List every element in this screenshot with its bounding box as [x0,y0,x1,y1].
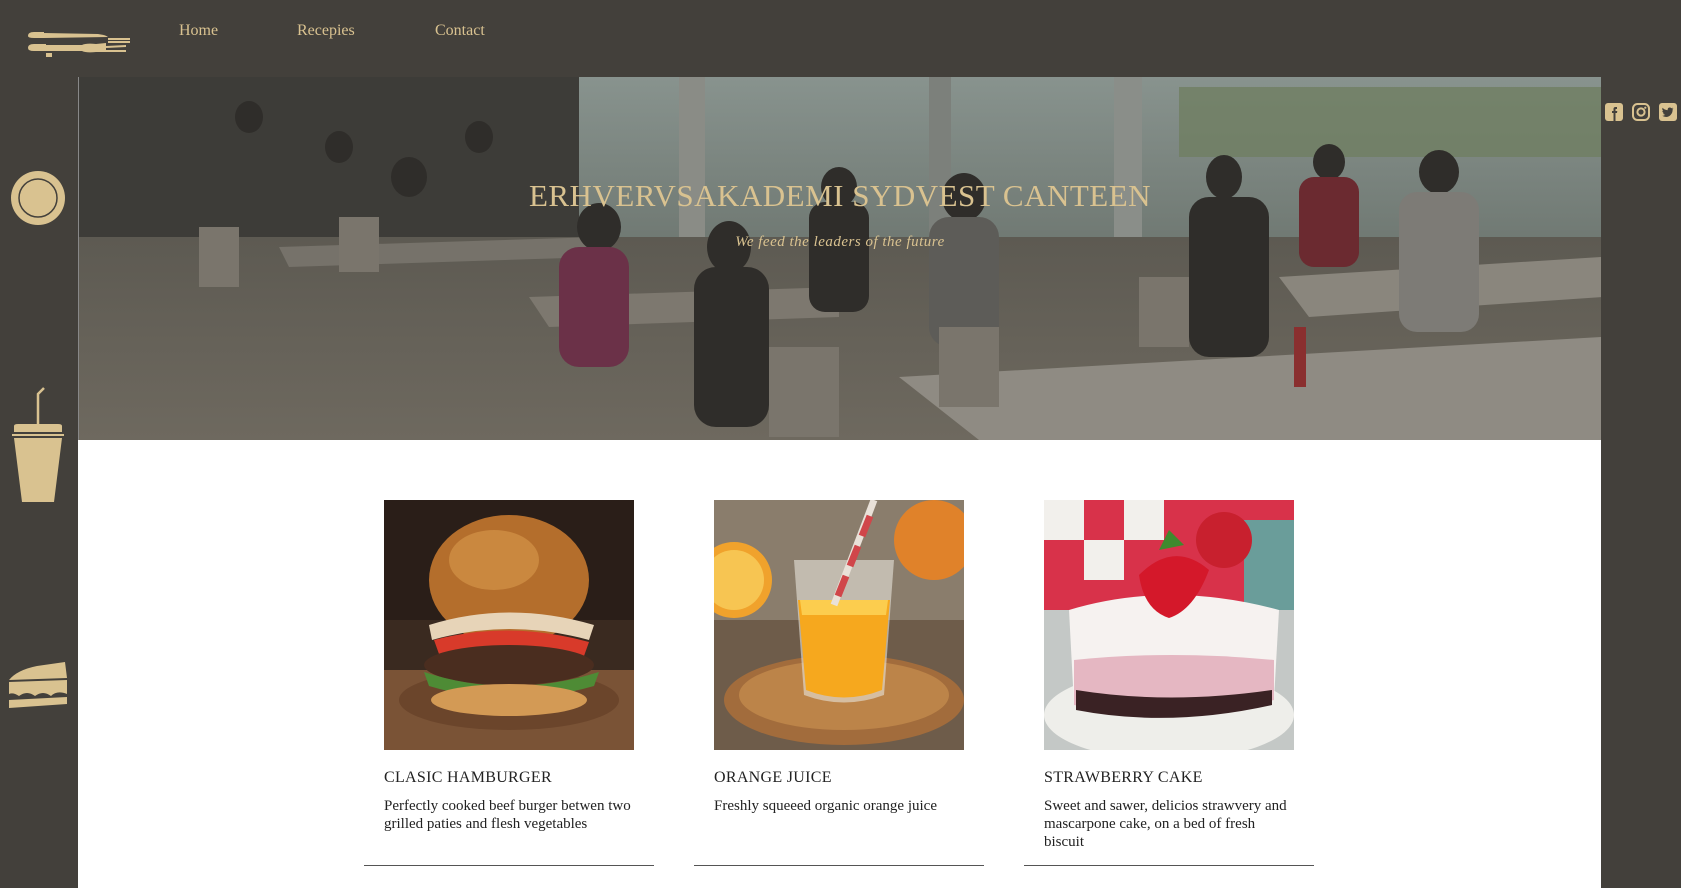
card-title: CLASIC HAMBURGER [384,769,552,786]
hero-title: ERHVERVSAKADEMI SYDVEST CANTEEN [528,178,1152,213]
card-description: Perfectly cooked beef burger betwen two … [384,798,631,832]
menu-card: CLASIC HAMBURGER Perfectly cooked beef b… [364,500,654,866]
strawberry-cake-image[interactable] [1044,500,1294,760]
card-description: Sweet and sawer, delicios strawvery and … [1044,798,1287,850]
hamburger-image[interactable] [384,500,634,750]
hero-subtitle: We feed the leaders of the future [735,234,945,250]
plate-icon[interactable] [10,170,66,226]
card-divider [694,865,984,866]
top-navigation-bar: Home Recepies Contact [0,0,1681,77]
nav-contact-link[interactable]: Contact [435,22,485,40]
menu-card: ORANGE JUICE Freshly squeeed organic ora… [694,498,984,866]
cake-slice-icon[interactable] [7,660,69,710]
cutlery-logo-icon[interactable] [26,26,130,58]
card-description: Freshly squeeed organic orange juice [714,798,937,814]
card-divider [364,865,654,866]
card-divider [1024,865,1314,866]
orange-juice-image[interactable] [696,498,974,750]
menu-card: STRAWBERRY CAKE Sweet and sawer, delicio… [1024,500,1314,866]
twitter-icon[interactable] [1658,102,1678,122]
content-area: CLASIC HAMBURGER Perfectly cooked beef b… [78,440,1601,888]
hero-banner: ERHVERVSAKADEMI SYDVEST CANTEEN We feed … [78,77,1601,440]
facebook-icon[interactable] [1604,102,1624,122]
nav-home-link[interactable]: Home [179,22,218,40]
nav-recepies-link[interactable]: Recepies [297,22,355,40]
instagram-icon[interactable] [1631,102,1651,122]
canteen-photo [79,77,1601,440]
card-title: STRAWBERRY CAKE [1044,769,1203,786]
card-title: ORANGE JUICE [714,769,832,786]
drink-cup-icon[interactable] [8,376,68,506]
